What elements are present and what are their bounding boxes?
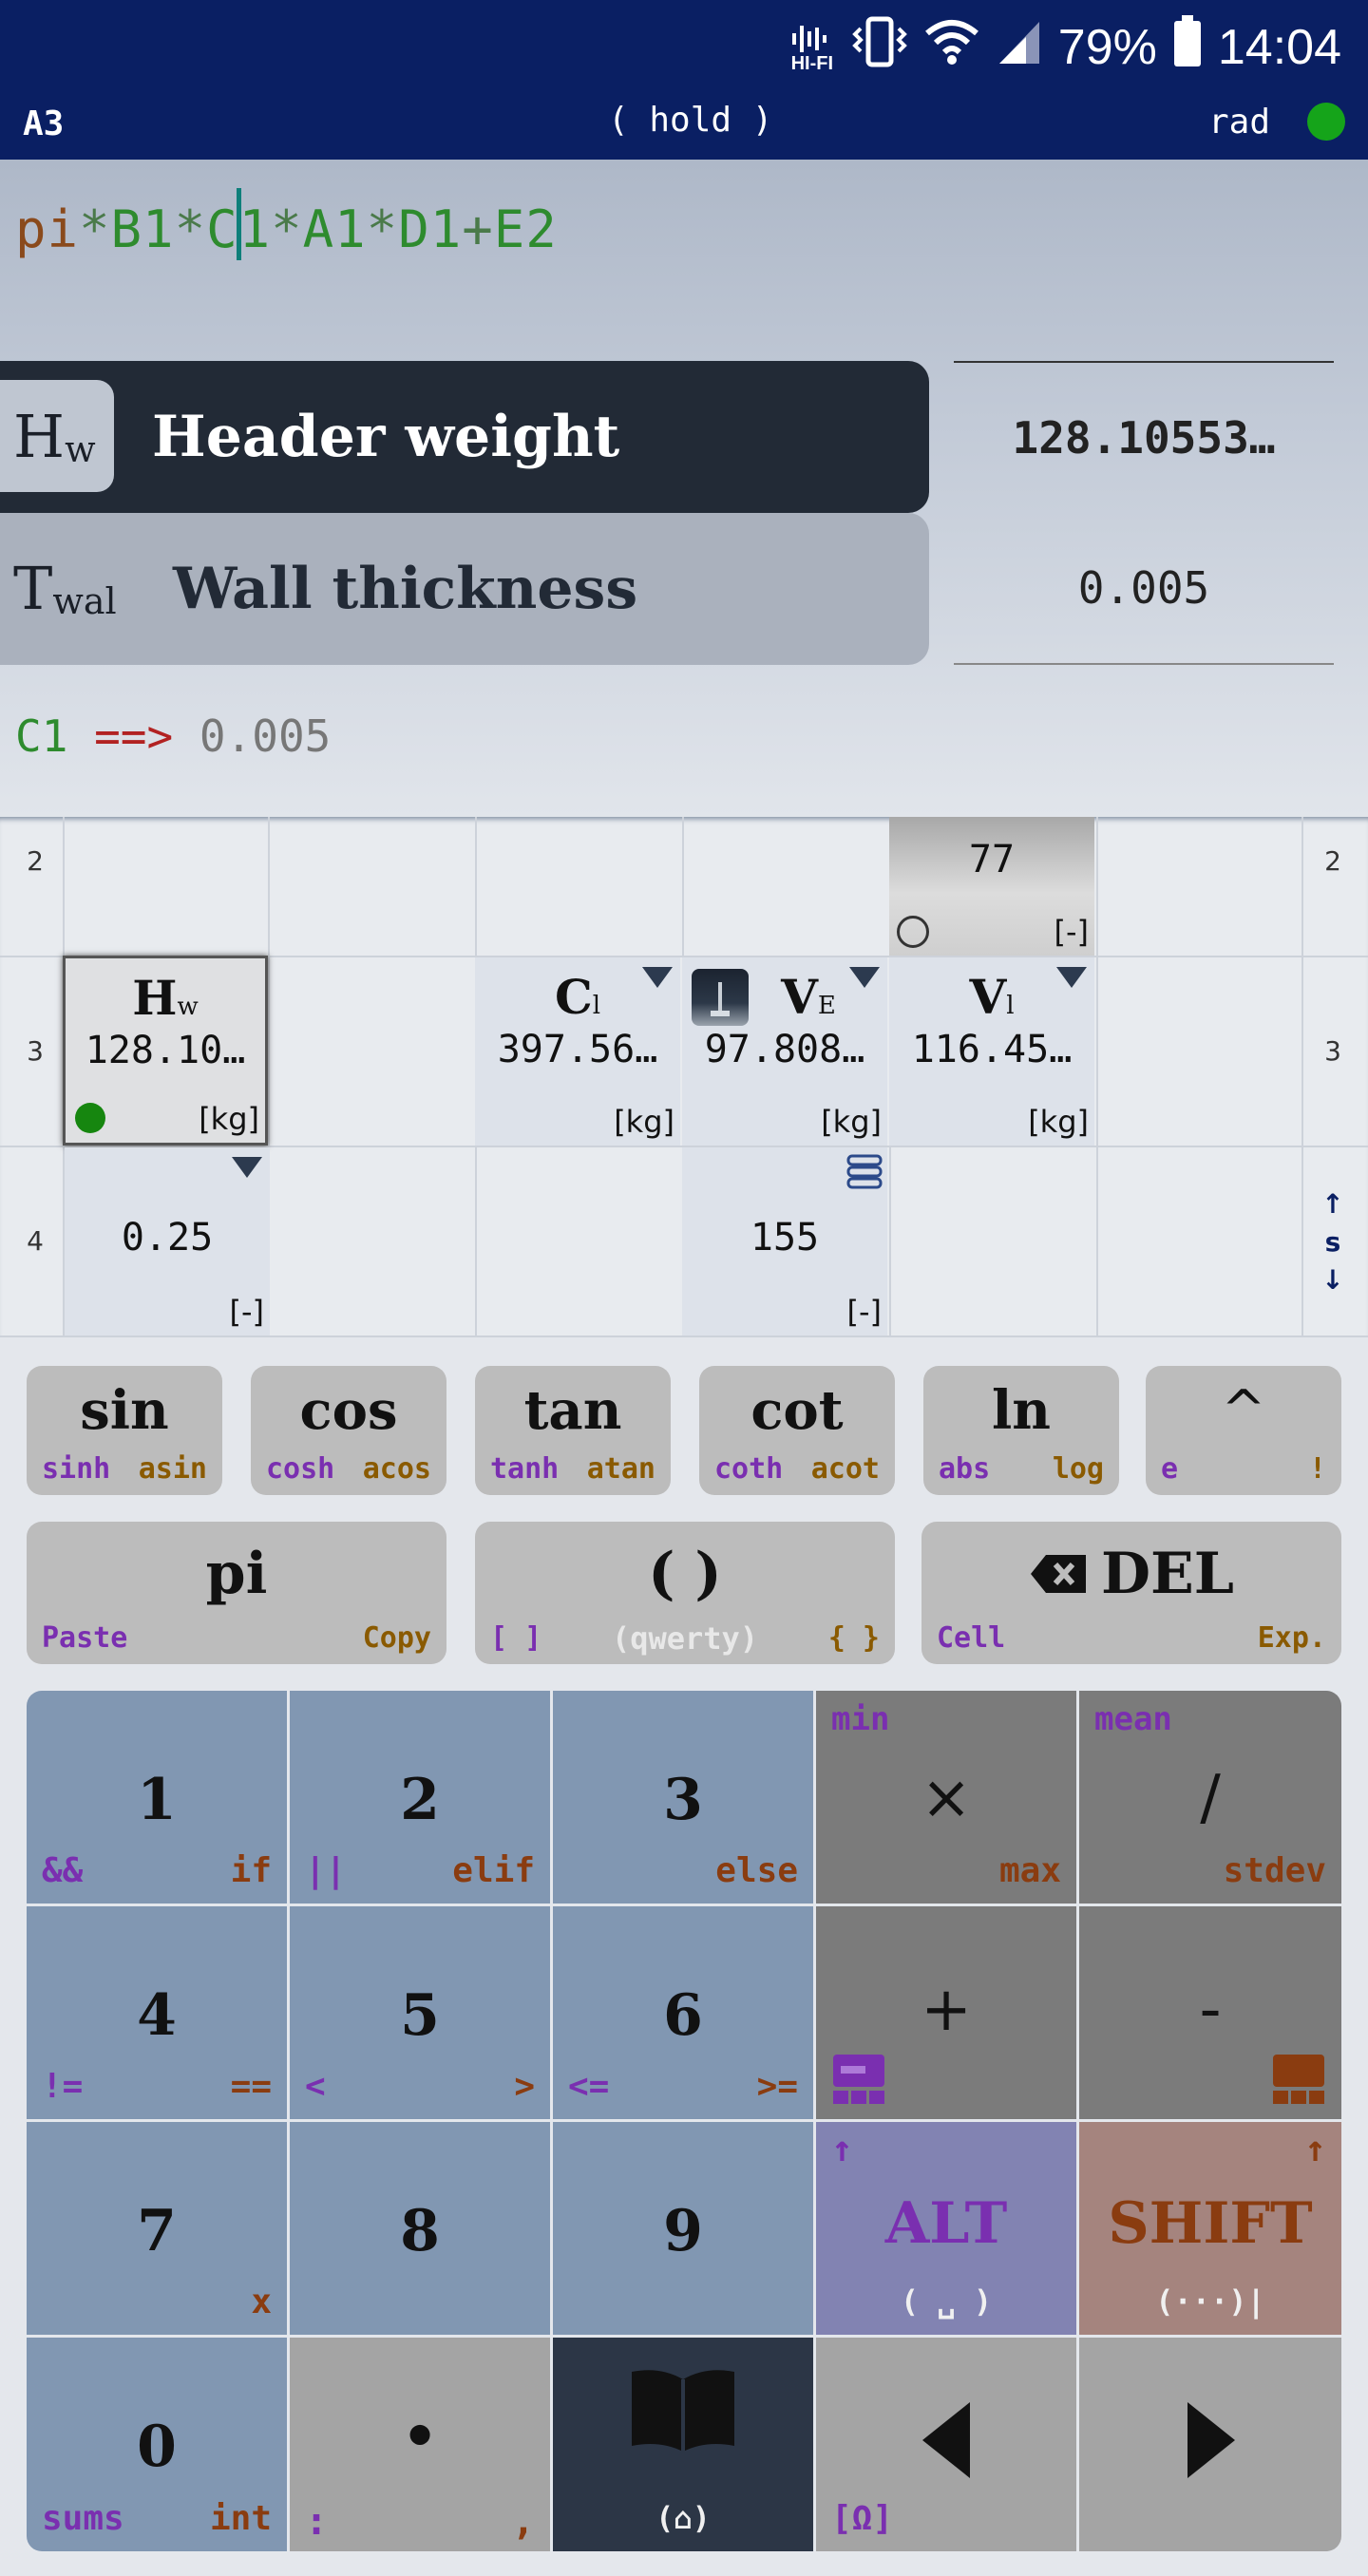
cell-d2[interactable]: 77 [-] — [889, 817, 1094, 956]
circle-icon — [897, 916, 929, 948]
clock: 14:04 — [1217, 20, 1341, 75]
key-0[interactable]: 0 sums int — [27, 2338, 287, 2551]
battery-icon — [1172, 14, 1203, 81]
arrow-up-icon: ↑ — [831, 2128, 853, 2169]
cell-a4[interactable]: 0.25 [-] — [65, 1147, 270, 1335]
expr-token: * — [174, 199, 207, 259]
variable-symbol: Hw — [0, 380, 114, 492]
suggestion-wall-thickness[interactable]: Twal Wall thickness — [0, 513, 929, 665]
append-row-icon — [833, 2055, 884, 2104]
library-key[interactable]: (⌂) — [553, 2338, 813, 2551]
insert-row-icon — [1273, 2055, 1324, 2104]
alt-key[interactable]: ↑ ALT ( ␣ ) — [816, 2122, 1076, 2335]
database-icon — [846, 1153, 884, 1195]
expr-token: * — [366, 199, 399, 259]
expr-token: C — [206, 199, 238, 259]
triangle-right-icon — [1188, 2402, 1235, 2478]
shift-key[interactable]: ↑ SHIFT (···)| — [1079, 2122, 1341, 2335]
active-cell-label: A3 — [23, 104, 65, 143]
keypad: 1 && if 2 || elif 3 else min × max mean / stdev 4… — [27, 1691, 1341, 2551]
cot-key[interactable]: cot coth acot — [699, 1366, 895, 1495]
expression-input[interactable]: pi*B1*C1*A1*D1+E2 — [15, 188, 558, 260]
spreadsheet-grid[interactable]: 2 2 3 3 4 ↑ s ↓ 77 [-] Hw 128.10… [kg] Cl … — [0, 817, 1368, 1337]
triangle-left-icon — [922, 2402, 970, 2478]
pi-key[interactable]: pi Paste Copy — [27, 1522, 446, 1664]
result-arrow: ==> — [94, 710, 174, 762]
key-2[interactable]: 2 || elif — [290, 1691, 550, 1904]
suggestion-value[interactable]: 0.005 — [954, 513, 1334, 665]
expr-token: pi — [15, 199, 80, 259]
row-number: 2 — [1324, 845, 1341, 877]
scroll-indicator[interactable]: ↑ s ↓ — [1302, 1185, 1364, 1299]
cell-d3[interactable]: VE 97.808… [kg] — [682, 957, 887, 1146]
title-row: A3 ( hold ) rad — [0, 97, 1368, 150]
expr-token: D1 — [398, 199, 463, 259]
parentheses-key[interactable]: ( )[ ] (qwerty){ } — [475, 1522, 895, 1664]
cell-e3[interactable]: Vl 116.45… [kg] — [889, 957, 1094, 1146]
suggestion-name: Wall thickness — [173, 556, 638, 622]
backspace-icon — [1031, 1555, 1087, 1593]
dropdown-icon — [232, 1157, 262, 1178]
wifi-icon — [923, 18, 980, 78]
power-key[interactable]: ^ e! — [1146, 1366, 1341, 1495]
status-dot — [75, 1103, 105, 1133]
result-value: 0.005 — [199, 710, 332, 762]
key-7[interactable]: 7x — [27, 2122, 287, 2335]
cursor-right-key[interactable] — [1079, 2338, 1341, 2551]
row-number: 2 — [27, 845, 44, 877]
minus-key[interactable]: - — [1079, 1906, 1341, 2119]
battery-percent: 79% — [1057, 20, 1157, 75]
tan-key[interactable]: tan tanh atan — [475, 1366, 671, 1495]
hifi-icon: HI-FI — [788, 24, 836, 73]
key-9[interactable]: 9 — [553, 2122, 813, 2335]
delete-key[interactable]: DEL Cell Exp. — [922, 1522, 1341, 1664]
key-6[interactable]: 6 <= >= — [553, 1906, 813, 2119]
row-number: 3 — [1324, 1035, 1341, 1067]
key-1[interactable]: 1 && if — [27, 1691, 287, 1904]
cell-a3[interactable]: Hw 128.10… [kg] — [63, 956, 268, 1146]
expr-token: + — [462, 199, 494, 259]
divide-key[interactable]: mean / stdev — [1079, 1691, 1341, 1904]
cell-d4[interactable]: 155 [-] — [682, 1147, 887, 1335]
result-line: C1 ==> 0.005 — [15, 710, 331, 762]
expr-token: A1 — [302, 199, 367, 259]
cell-signal-icon — [996, 18, 1043, 78]
key-4[interactable]: 4 != == — [27, 1906, 287, 2119]
arrow-up-icon: ↑ — [1304, 2128, 1326, 2169]
row-number: 4 — [27, 1225, 44, 1257]
result-ref: C1 — [15, 710, 68, 762]
sin-key[interactable]: sin sinh asin — [27, 1366, 222, 1495]
cos-key[interactable]: cos cosh acos — [251, 1366, 446, 1495]
ln-key[interactable]: ln abs log — [923, 1366, 1119, 1495]
suggestion-value[interactable]: 128.10553… — [954, 361, 1334, 513]
status-dot — [1307, 103, 1345, 141]
suggestion-header-weight[interactable]: Hw Header weight — [0, 361, 929, 513]
expr-token: B1 — [110, 199, 175, 259]
book-icon — [632, 2370, 734, 2452]
plus-key[interactable]: + — [816, 1906, 1076, 2119]
angle-mode[interactable]: rad — [1208, 103, 1270, 142]
expr-token: * — [271, 199, 303, 259]
key-8[interactable]: 8 — [290, 2122, 550, 2335]
multiply-key[interactable]: min × max — [816, 1691, 1076, 1904]
variable-symbol: Twal — [13, 553, 117, 623]
decimal-key[interactable]: •:, — [290, 2338, 550, 2551]
expr-token: * — [79, 199, 111, 259]
hold-hint: ( hold ) — [608, 101, 773, 140]
cell-c3[interactable]: Cl 397.56… [kg] — [475, 957, 680, 1146]
key-5[interactable]: 5 < > — [290, 1906, 550, 2119]
vibrate-icon — [851, 15, 908, 81]
expr-token: E2 — [493, 199, 558, 259]
expr-token: 1 — [238, 199, 272, 259]
suggestion-name: Header weight — [152, 404, 620, 470]
cursor-left-key[interactable]: [Ω] — [816, 2338, 1076, 2551]
key-3[interactable]: 3 else — [553, 1691, 813, 1904]
status-bar: HI-FI 79% 14:04 A3 ( hold ) rad — [0, 0, 1368, 160]
row-number: 3 — [27, 1035, 44, 1067]
